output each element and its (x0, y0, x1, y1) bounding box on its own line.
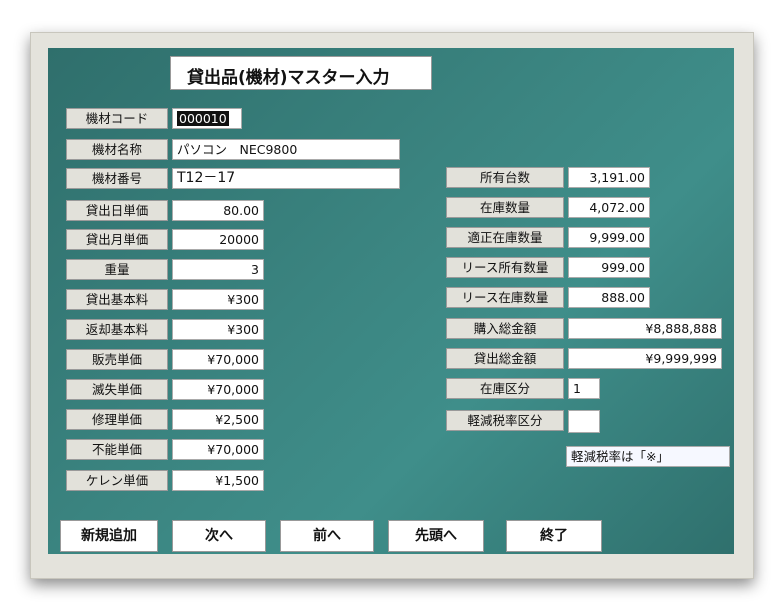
equipment-number-input[interactable]: T12－17 (172, 168, 400, 189)
label-unusable-price: 不能単価 (66, 439, 168, 460)
daily-rate-input[interactable]: 80.00 (172, 200, 264, 221)
label-equipment-code: 機材コード (66, 108, 168, 129)
label-reduced-tax-category: 軽減税率区分 (446, 410, 564, 431)
label-loss-price: 滅失単価 (66, 379, 168, 400)
base-rental-fee-input[interactable]: ¥300 (172, 289, 264, 310)
label-equipment-number: 機材番号 (66, 168, 168, 189)
loss-price-input[interactable]: ¥70,000 (172, 379, 264, 400)
new-record-button[interactable]: 新規追加 (60, 520, 158, 552)
label-total-purchase-amount: 購入総金額 (446, 318, 564, 339)
lease-stock-quantity-input[interactable]: 888.00 (568, 287, 650, 308)
equipment-name-input[interactable]: パソコン NEC9800 (172, 139, 400, 160)
lease-owned-quantity-input[interactable]: 999.00 (568, 257, 650, 278)
equipment-code-value: 000010 (177, 111, 229, 126)
label-proper-stock-quantity: 適正在庫数量 (446, 227, 564, 248)
next-button[interactable]: 次へ (172, 520, 266, 552)
label-stock-quantity: 在庫数量 (446, 197, 564, 218)
keren-price-input[interactable]: ¥1,500 (172, 470, 264, 491)
label-base-rental-fee: 貸出基本料 (66, 289, 168, 310)
label-daily-rate: 貸出日単価 (66, 200, 168, 221)
label-total-rental-amount: 貸出総金額 (446, 348, 564, 369)
base-return-fee-input[interactable]: ¥300 (172, 319, 264, 340)
weight-input[interactable]: 3 (172, 259, 264, 280)
label-base-return-fee: 返却基本料 (66, 319, 168, 340)
label-sale-price: 販売単価 (66, 349, 168, 370)
equipment-code-input[interactable]: 000010 (172, 108, 242, 129)
owned-units-input[interactable]: 3,191.00 (568, 167, 650, 188)
repair-price-input[interactable]: ¥2,500 (172, 409, 264, 430)
first-record-button[interactable]: 先頭へ (388, 520, 484, 552)
reduced-tax-category-input[interactable] (568, 410, 600, 433)
proper-stock-quantity-input[interactable]: 9,999.00 (568, 227, 650, 248)
total-rental-amount-input[interactable]: ¥9,999,999 (568, 348, 722, 369)
label-keren-price: ケレン単価 (66, 470, 168, 491)
unusable-price-input[interactable]: ¥70,000 (172, 439, 264, 460)
stock-quantity-input[interactable]: 4,072.00 (568, 197, 650, 218)
exit-button[interactable]: 終了 (506, 520, 602, 552)
stock-category-input[interactable]: 1 (568, 378, 600, 399)
reduced-tax-note: 軽減税率は「※」 (566, 446, 730, 467)
label-stock-category: 在庫区分 (446, 378, 564, 399)
label-lease-owned-quantity: リース所有数量 (446, 257, 564, 278)
sale-price-input[interactable]: ¥70,000 (172, 349, 264, 370)
label-owned-units: 所有台数 (446, 167, 564, 188)
label-equipment-name: 機材名称 (66, 139, 168, 160)
monthly-rate-input[interactable]: 20000 (172, 229, 264, 250)
label-monthly-rate: 貸出月単価 (66, 229, 168, 250)
form-title: 貸出品(機材)マスター入力 (170, 56, 432, 90)
total-purchase-amount-input[interactable]: ¥8,888,888 (568, 318, 722, 339)
label-weight: 重量 (66, 259, 168, 280)
label-lease-stock-quantity: リース在庫数量 (446, 287, 564, 308)
previous-button[interactable]: 前へ (280, 520, 374, 552)
label-repair-price: 修理単価 (66, 409, 168, 430)
